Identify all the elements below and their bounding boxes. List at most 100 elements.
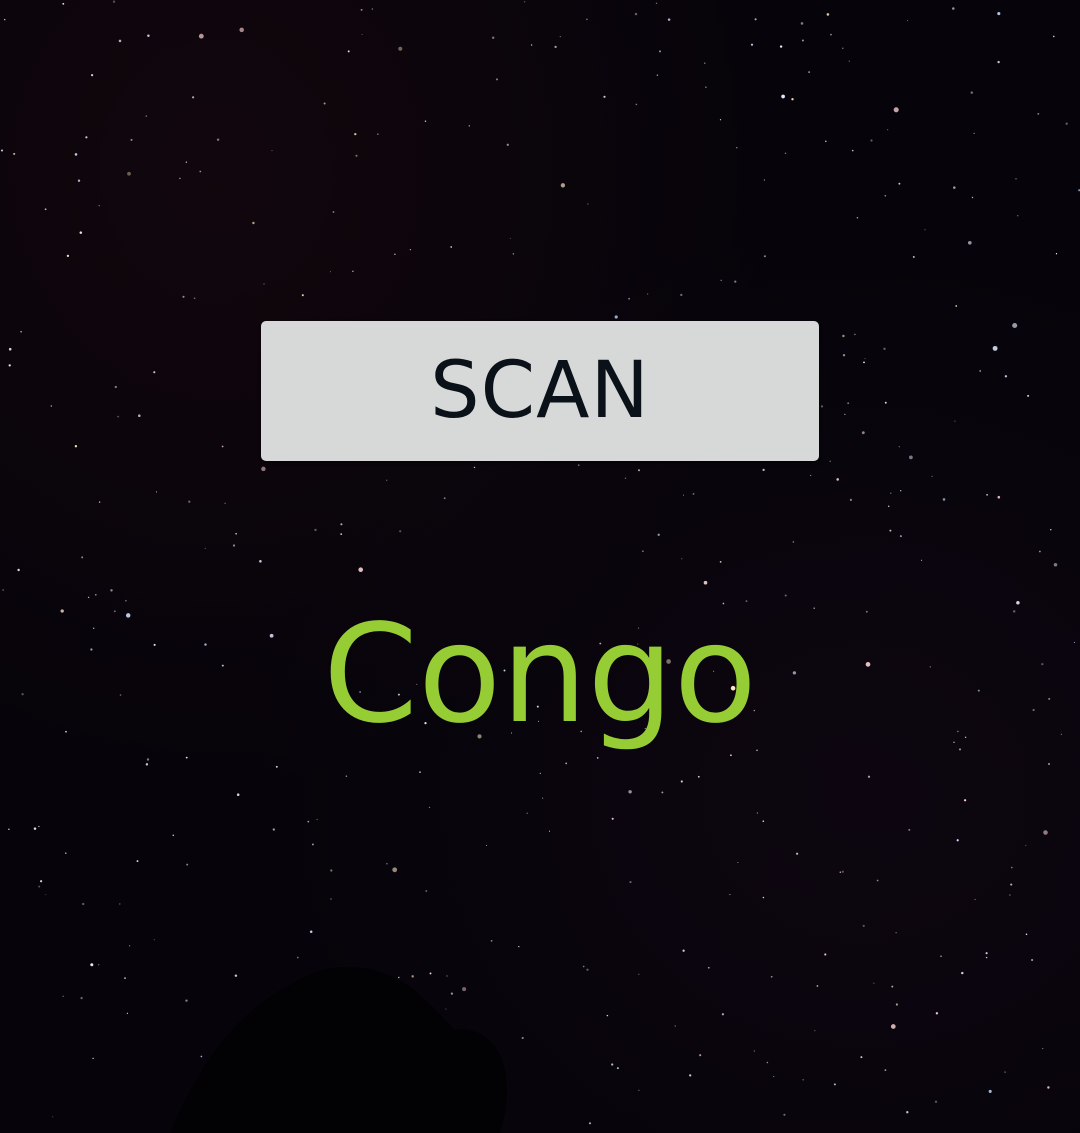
star <box>523 1 526 3</box>
star <box>340 533 343 535</box>
star <box>931 475 933 478</box>
star <box>193 297 196 300</box>
star <box>870 139 873 142</box>
star <box>841 870 844 873</box>
star <box>38 825 40 828</box>
star <box>97 963 100 966</box>
star <box>763 255 766 258</box>
star <box>354 132 357 136</box>
star <box>110 589 113 592</box>
star <box>371 8 374 10</box>
star <box>890 1024 896 1029</box>
star <box>85 136 88 139</box>
star <box>112 0 116 3</box>
star <box>697 775 700 778</box>
star <box>692 492 695 495</box>
star <box>450 992 454 995</box>
star <box>888 505 890 507</box>
star <box>860 1056 863 1059</box>
star <box>332 211 335 213</box>
star <box>44 208 47 211</box>
star <box>377 133 379 135</box>
star <box>997 495 1001 499</box>
star <box>884 1069 887 1071</box>
star <box>577 464 580 466</box>
star <box>490 940 493 942</box>
star <box>186 863 189 866</box>
star <box>842 334 845 338</box>
star <box>1055 253 1058 255</box>
star <box>657 533 660 536</box>
star <box>766 1061 769 1064</box>
star <box>586 968 589 971</box>
star <box>800 22 804 25</box>
star <box>314 528 317 532</box>
star <box>680 780 683 783</box>
star <box>329 271 331 273</box>
star <box>360 8 363 11</box>
star <box>128 945 131 947</box>
star <box>781 94 785 99</box>
star <box>153 939 155 941</box>
star <box>66 254 70 258</box>
star <box>462 987 467 992</box>
star <box>876 879 879 882</box>
star <box>554 45 557 49</box>
star <box>1053 35 1055 38</box>
star <box>762 896 765 899</box>
star <box>62 2 65 5</box>
star <box>842 353 846 357</box>
star <box>770 975 773 978</box>
star <box>259 560 262 563</box>
star <box>849 498 853 502</box>
star <box>188 500 191 503</box>
star <box>539 772 541 775</box>
star <box>114 385 117 389</box>
star <box>330 898 332 900</box>
star <box>737 861 739 864</box>
star <box>635 103 638 106</box>
star <box>2 589 4 591</box>
scan-button[interactable]: SCAN <box>261 321 819 461</box>
star <box>974 898 976 900</box>
star <box>236 793 240 796</box>
star <box>155 491 158 493</box>
star <box>98 204 100 207</box>
star <box>296 956 299 959</box>
star <box>138 414 141 418</box>
star <box>358 567 364 573</box>
starry-sky-background <box>0 0 1080 1133</box>
star <box>204 547 206 549</box>
star <box>182 295 185 298</box>
star <box>816 985 819 987</box>
star <box>967 240 972 245</box>
star <box>606 1014 609 1017</box>
star <box>1065 122 1068 125</box>
star <box>8 828 10 830</box>
star <box>884 194 887 197</box>
star <box>750 43 754 46</box>
star <box>908 828 911 831</box>
star <box>509 237 511 239</box>
star <box>1004 1071 1006 1073</box>
star <box>200 1055 203 1058</box>
star <box>1015 178 1017 180</box>
star <box>961 971 964 975</box>
star <box>1027 394 1030 397</box>
star <box>861 431 865 435</box>
star <box>707 966 710 969</box>
star <box>719 561 722 563</box>
star <box>682 949 685 952</box>
star <box>909 455 913 460</box>
star <box>616 1067 619 1070</box>
star <box>495 78 499 81</box>
star <box>386 479 388 481</box>
star <box>261 466 266 472</box>
star <box>979 370 982 372</box>
star <box>796 852 799 855</box>
star <box>906 1111 909 1114</box>
star <box>862 924 865 927</box>
star <box>719 119 722 121</box>
star <box>867 775 871 778</box>
star <box>1004 375 1008 378</box>
